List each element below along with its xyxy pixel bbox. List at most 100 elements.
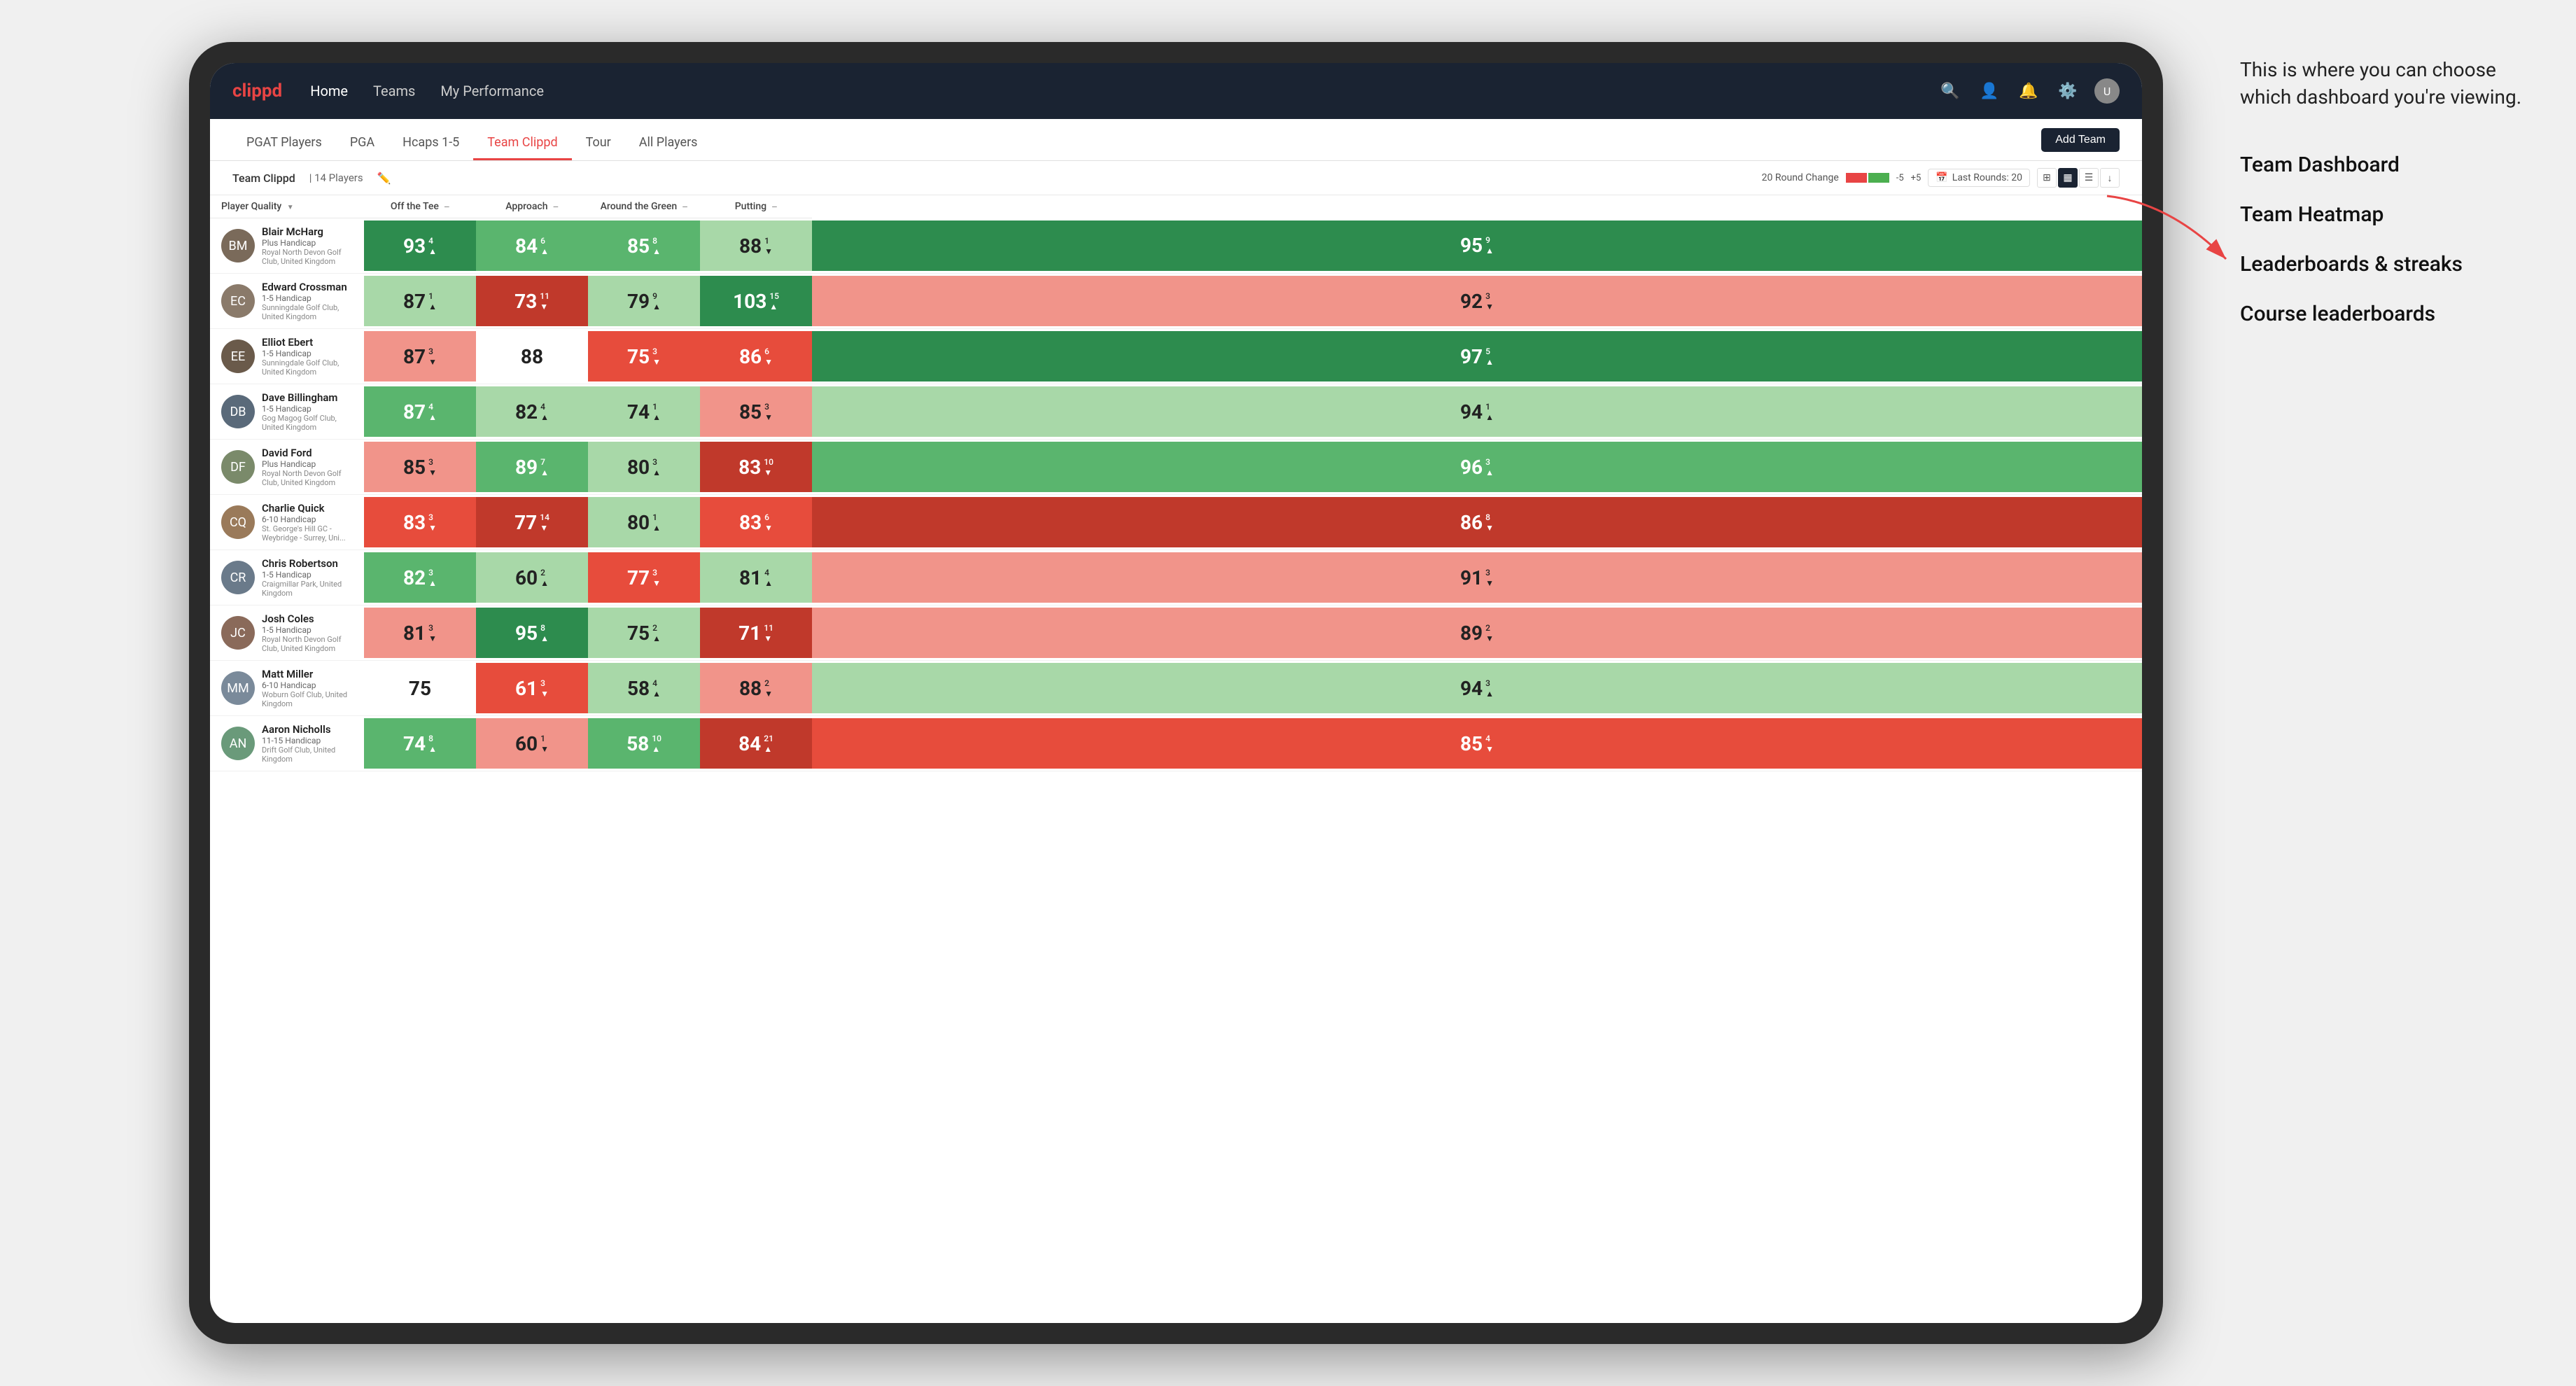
metric-cell: 75 — [364, 661, 476, 716]
player-club: Royal North Devon Golf Club, United King… — [262, 635, 353, 653]
player-avatar: CR — [221, 561, 255, 594]
nav-item-home[interactable]: Home — [310, 83, 348, 99]
table-row[interactable]: EC Edward Crossman 1-5 Handicap Sunningd… — [210, 274, 2142, 329]
negative-bar — [1846, 173, 1867, 183]
player-info: Josh Coles 1-5 Handicap Royal North Devo… — [262, 612, 353, 653]
metric-cell: 71 11▼ — [700, 606, 812, 661]
player-cell: CQ Charlie Quick 6-10 Handicap St. Georg… — [210, 495, 364, 550]
table-row[interactable]: CR Chris Robertson 1-5 Handicap Craigmil… — [210, 550, 2142, 606]
player-club: Drift Golf Club, United Kingdom — [262, 746, 353, 764]
col-header-off-tee[interactable]: Off the Tee — — [364, 195, 476, 218]
tab-hcaps[interactable]: Hcaps 1-5 — [388, 119, 473, 160]
annotation-area: This is where you can choose which dashb… — [2240, 56, 2534, 351]
metric-cell: 95 8▲ — [476, 606, 588, 661]
dashboard-options-list: Team Dashboard Team Heatmap Leaderboards… — [2240, 153, 2534, 326]
tab-team-clippd[interactable]: Team Clippd — [473, 119, 571, 160]
player-handicap: 6-10 Handicap — [262, 680, 353, 690]
player-name: David Ford — [262, 447, 353, 459]
table-row[interactable]: AN Aaron Nicholls 11-15 Handicap Drift G… — [210, 716, 2142, 771]
tab-tour[interactable]: Tour — [572, 119, 625, 160]
search-icon[interactable]: 🔍 — [1938, 78, 1963, 104]
tab-all-players[interactable]: All Players — [625, 119, 712, 160]
annotation-intro-text: This is where you can choose which dashb… — [2240, 56, 2534, 111]
edit-icon[interactable]: ✏️ — [377, 172, 391, 185]
player-info: Edward Crossman 1-5 Handicap Sunningdale… — [262, 281, 353, 321]
player-info: Charlie Quick 6-10 Handicap St. George's… — [262, 502, 353, 542]
metric-cell: 88 1▼ — [700, 218, 812, 274]
heatmap-view-icon[interactable]: ▦ — [2058, 168, 2078, 188]
player-table-body: BM Blair McHarg Plus Handicap Royal Nort… — [210, 218, 2142, 771]
metric-cell: 94 1▲ — [812, 384, 2142, 440]
table-row[interactable]: JC Josh Coles 1-5 Handicap Royal North D… — [210, 606, 2142, 661]
player-avatar: CQ — [221, 505, 255, 539]
player-handicap: 1-5 Handicap — [262, 570, 353, 580]
metric-cell: 85 3▼ — [364, 440, 476, 495]
bell-icon[interactable]: 🔔 — [2016, 78, 2041, 104]
metric-cell: 58 10▲ — [588, 716, 700, 771]
player-avatar: MM — [221, 671, 255, 705]
player-cell: JC Josh Coles 1-5 Handicap Royal North D… — [210, 606, 364, 661]
player-cell: BM Blair McHarg Plus Handicap Royal Nort… — [210, 218, 364, 274]
col-header-player[interactable]: Player Quality ▼ — [210, 195, 364, 218]
player-cell: EC Edward Crossman 1-5 Handicap Sunningd… — [210, 274, 364, 329]
metric-cell: 103 15▲ — [700, 274, 812, 329]
last-rounds-button[interactable]: 📅 Last Rounds: 20 — [1928, 169, 2030, 187]
option-team-dashboard: Team Dashboard — [2240, 153, 2534, 177]
player-avatar: BM — [221, 229, 255, 262]
person-icon[interactable]: 👤 — [1977, 78, 2002, 104]
tab-pgat-players[interactable]: PGAT Players — [232, 119, 336, 160]
metric-cell: 58 4▲ — [588, 661, 700, 716]
metric-cell: 86 6▼ — [700, 329, 812, 384]
list-view-icon[interactable]: ☰ — [2079, 168, 2099, 188]
download-icon[interactable]: ↓ — [2100, 168, 2120, 188]
settings-icon[interactable]: ⚙️ — [2055, 78, 2080, 104]
metric-cell: 80 3▲ — [588, 440, 700, 495]
col-header-approach[interactable]: Approach — — [476, 195, 588, 218]
tab-pga[interactable]: PGA — [336, 119, 388, 160]
round-change-area: 20 Round Change -5 +5 📅 Last Rounds: 20 … — [1762, 168, 2120, 188]
player-handicap: Plus Handicap — [262, 238, 353, 248]
metric-cell: 88 2▼ — [700, 661, 812, 716]
player-handicap: 1-5 Handicap — [262, 349, 353, 358]
table-row[interactable]: DB Dave Billingham 1-5 Handicap Gog Mago… — [210, 384, 2142, 440]
player-info: Blair McHarg Plus Handicap Royal North D… — [262, 225, 353, 266]
table-row[interactable]: EE Elliot Ebert 1-5 Handicap Sunningdale… — [210, 329, 2142, 384]
player-cell: DB Dave Billingham 1-5 Handicap Gog Mago… — [210, 384, 364, 440]
table-row[interactable]: BM Blair McHarg Plus Handicap Royal Nort… — [210, 218, 2142, 274]
metric-cell: 87 1▲ — [364, 274, 476, 329]
team-title: Team Clippd — [232, 172, 295, 185]
col-header-around-green[interactable]: Around the Green — — [588, 195, 700, 218]
table-row[interactable]: DF David Ford Plus Handicap Royal North … — [210, 440, 2142, 495]
metric-cell: 81 3▼ — [364, 606, 476, 661]
metric-cell: 77 14▼ — [476, 495, 588, 550]
metric-cell: 85 4▼ — [812, 716, 2142, 771]
player-avatar: EC — [221, 284, 255, 318]
player-info: David Ford Plus Handicap Royal North Dev… — [262, 447, 353, 487]
table-row[interactable]: MM Matt Miller 6-10 Handicap Woburn Golf… — [210, 661, 2142, 716]
metric-cell: 83 3▼ — [364, 495, 476, 550]
add-team-button[interactable]: Add Team — [2041, 128, 2120, 152]
player-club: Royal North Devon Golf Club, United King… — [262, 248, 353, 266]
player-handicap: 11-15 Handicap — [262, 736, 353, 746]
player-handicap: 1-5 Handicap — [262, 404, 353, 414]
change-neg: -5 — [1896, 173, 1904, 183]
grid-view-icon[interactable]: ⊞ — [2037, 168, 2057, 188]
player-name: Aaron Nicholls — [262, 723, 353, 736]
metric-cell: 89 2▼ — [812, 606, 2142, 661]
player-cell: MM Matt Miller 6-10 Handicap Woburn Golf… — [210, 661, 364, 716]
nav-item-my-performance[interactable]: My Performance — [440, 83, 544, 99]
user-avatar[interactable]: U — [2094, 78, 2120, 104]
option-leaderboards: Leaderboards & streaks — [2240, 252, 2534, 276]
table-header-row: Player Quality ▼ Off the Tee — Approach … — [210, 195, 2142, 218]
nav-item-teams[interactable]: Teams — [373, 83, 415, 99]
player-avatar: JC — [221, 616, 255, 650]
table-row[interactable]: CQ Charlie Quick 6-10 Handicap St. Georg… — [210, 495, 2142, 550]
metric-cell: 94 3▲ — [812, 661, 2142, 716]
navbar: clippd Home Teams My Performance 🔍 👤 🔔 ⚙… — [210, 63, 2142, 119]
col-header-putting[interactable]: Putting — — [700, 195, 812, 218]
metric-cell: 93 4▲ — [364, 218, 476, 274]
subnav-tabs: PGAT Players PGA Hcaps 1-5 Team Clippd T… — [232, 119, 711, 160]
metric-cell: 81 4▲ — [700, 550, 812, 606]
player-name: Edward Crossman — [262, 281, 353, 293]
metric-cell: 86 8▼ — [812, 495, 2142, 550]
